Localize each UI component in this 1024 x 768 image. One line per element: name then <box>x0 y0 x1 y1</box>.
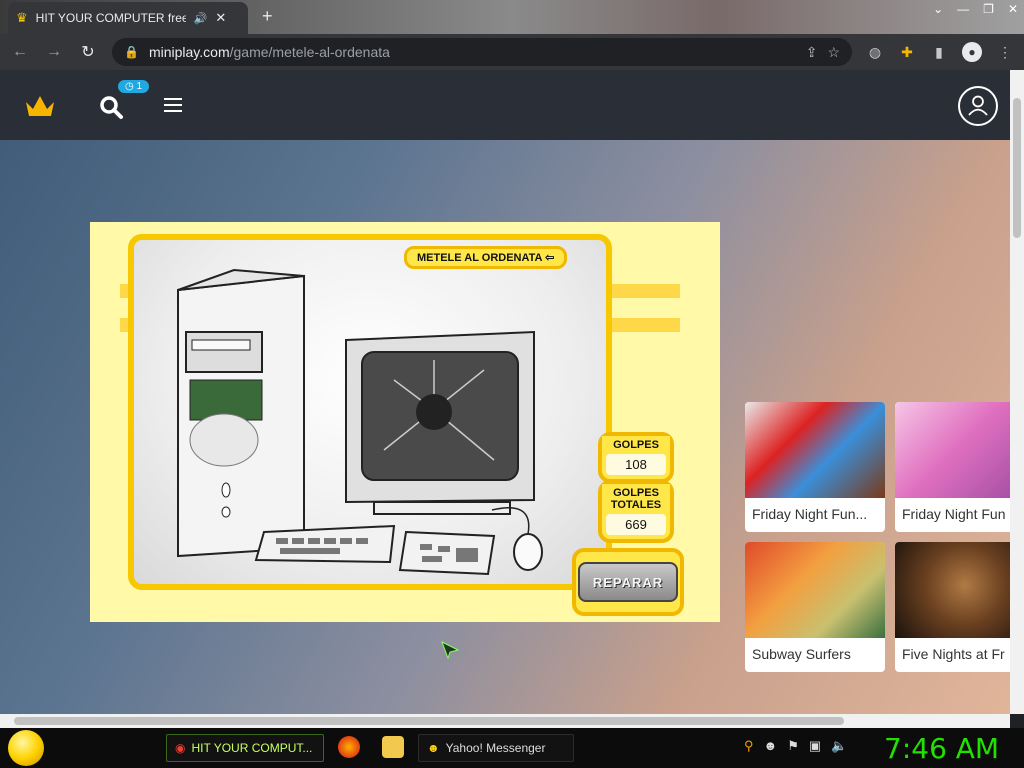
wrench-icon: REPARAR <box>578 562 678 602</box>
total-hits-counter: GOLPES TOTALES 669 <box>598 480 674 543</box>
volume-icon[interactable]: 🔈 <box>831 738 847 754</box>
game-thumbnail[interactable] <box>895 542 1010 638</box>
site-header: ◷ 1 <box>0 70 1010 140</box>
page-viewport: ◷ 1 METELE AL ORDENATA ⇦ GOLPES 108 GOLP… <box>0 70 1010 714</box>
mouse-cursor-icon <box>441 640 460 660</box>
clock-icon: ◷ <box>125 81 137 92</box>
back-icon[interactable]: ← <box>10 43 30 61</box>
game-card-five-nights[interactable]: Five Nights at Fr <box>895 542 1010 672</box>
broken-computer-illustration[interactable] <box>134 240 606 584</box>
extensions-puzzle-icon[interactable]: ✚ <box>898 44 916 61</box>
game-card-title[interactable]: Five Nights at Fr <box>895 638 1010 670</box>
yahoo-smiley-icon: ☻ <box>427 741 440 755</box>
game-title-banner: METELE AL ORDENATA ⇦ <box>404 246 568 269</box>
taskbar-item-label: Yahoo! Messenger <box>445 741 546 755</box>
browser-toolbar: ← → ↻ 🔒 miniplay.com/game/metele-al-orde… <box>0 34 1024 70</box>
lock-icon[interactable]: 🔒 <box>124 45 139 59</box>
total-hits-value: 669 <box>606 514 666 535</box>
bookmark-star-icon[interactable]: ☆ <box>827 44 840 61</box>
url-host: miniplay.com <box>148 44 230 60</box>
close-tab-icon[interactable]: ✕ <box>215 10 226 26</box>
game-thumbnail[interactable] <box>745 542 885 638</box>
game-card-title[interactable]: Friday Night Fun... <box>745 498 885 530</box>
window-controls: ⌄ — ❐ ✕ <box>933 2 1018 16</box>
taskbar-item-label: HIT YOUR COMPUT... <box>191 741 313 755</box>
side-panel-icon[interactable]: ▮ <box>930 44 948 61</box>
notification-badge[interactable]: ◷ 1 <box>118 80 150 93</box>
vertical-scrollbar[interactable] <box>1010 70 1024 714</box>
firefox-icon[interactable] <box>338 736 360 758</box>
hamburger-menu-icon[interactable] <box>164 98 182 112</box>
game-card-fnf[interactable]: Friday Night Fun... <box>745 402 885 532</box>
address-bar[interactable]: 🔒 miniplay.com/game/metele-al-ordenata ⇪… <box>112 38 852 66</box>
url-path: /game/metele-al-ordenata <box>229 44 390 60</box>
arrow-left-icon: ⇦ <box>545 252 555 264</box>
game-card-title[interactable]: Friday Night Fun <box>895 498 1010 530</box>
taskbar-clock[interactable]: 7:46 AM <box>884 732 999 765</box>
taskbar-item-browser[interactable]: ◉ HIT YOUR COMPUT... <box>166 734 324 762</box>
browser-tab-strip: ♛ HIT YOUR COMPUTER free c 🔊 ✕ + ⌄ — ❐ ✕ <box>0 0 1024 34</box>
game-card-subway-surfers[interactable]: Subway Surfers <box>745 542 885 672</box>
notification-count: 1 <box>136 81 143 92</box>
game-card-fnf-2[interactable]: Friday Night Fun <box>895 402 1010 532</box>
extension-flag-icon[interactable]: ◍ <box>866 44 884 61</box>
game-canvas[interactable]: METELE AL ORDENATA ⇦ GOLPES 108 GOLPES T… <box>90 222 720 622</box>
close-window-icon[interactable]: ✕ <box>1008 2 1018 16</box>
game-thumbnail[interactable] <box>895 402 1010 498</box>
game-thumbnail[interactable] <box>745 402 885 498</box>
url-text[interactable]: miniplay.com/game/metele-al-ordenata <box>149 44 796 60</box>
horizontal-scrollbar[interactable] <box>0 714 1010 728</box>
share-icon[interactable]: ⇪ <box>806 44 818 61</box>
messenger-tray-icon[interactable]: ☻ <box>764 738 778 754</box>
reload-icon[interactable]: ↻ <box>78 42 98 62</box>
miniplay-crown-logo-icon[interactable] <box>24 94 56 118</box>
taskbar-item-yahoo-messenger[interactable]: ☻ Yahoo! Messenger <box>418 734 574 762</box>
game-scene[interactable]: METELE AL ORDENATA ⇦ <box>128 234 612 590</box>
vertical-scroll-thumb[interactable] <box>1013 98 1021 238</box>
folder-icon[interactable] <box>382 736 404 758</box>
more-menu-icon[interactable]: ⋮ <box>996 44 1014 61</box>
total-hits-label: GOLPES TOTALES <box>602 484 670 514</box>
os-taskbar: ◉ HIT YOUR COMPUT... ☻ Yahoo! Messenger … <box>0 728 1024 768</box>
new-tab-icon[interactable]: + <box>262 6 273 27</box>
network-icon[interactable]: ▣ <box>809 738 821 754</box>
hits-counter: GOLPES 108 <box>598 432 674 483</box>
game-title-text: METELE AL ORDENATA <box>417 252 543 264</box>
browser-tab[interactable]: ♛ HIT YOUR COMPUTER free c 🔊 ✕ <box>8 2 248 34</box>
chevron-down-icon[interactable]: ⌄ <box>933 2 943 16</box>
system-tray: ⚲ ☻ ⚑ ▣ 🔈 <box>744 738 847 754</box>
profile-avatar-icon[interactable]: ● <box>962 42 982 62</box>
start-button-smiley-icon[interactable] <box>8 730 44 766</box>
action-center-flag-icon[interactable]: ⚑ <box>787 738 799 754</box>
restore-icon[interactable]: ❐ <box>983 2 994 16</box>
hits-value: 108 <box>606 454 666 475</box>
forward-icon[interactable]: → <box>44 43 64 61</box>
game-card-title[interactable]: Subway Surfers <box>745 638 885 670</box>
repair-button[interactable]: REPARAR <box>572 548 684 616</box>
repair-label: REPARAR <box>592 574 664 590</box>
minimize-icon[interactable]: — <box>957 2 969 16</box>
crown-favicon-icon: ♛ <box>16 10 28 25</box>
search-icon[interactable]: ⚲ <box>744 738 754 754</box>
chrome-icon: ◉ <box>175 741 186 755</box>
horizontal-scroll-thumb[interactable] <box>14 717 844 725</box>
audio-playing-icon[interactable]: 🔊 <box>194 12 208 25</box>
hits-label: GOLPES <box>602 436 670 454</box>
tab-title: HIT YOUR COMPUTER free c <box>35 11 186 25</box>
search-icon[interactable] <box>98 94 124 120</box>
user-account-icon[interactable] <box>958 86 998 126</box>
